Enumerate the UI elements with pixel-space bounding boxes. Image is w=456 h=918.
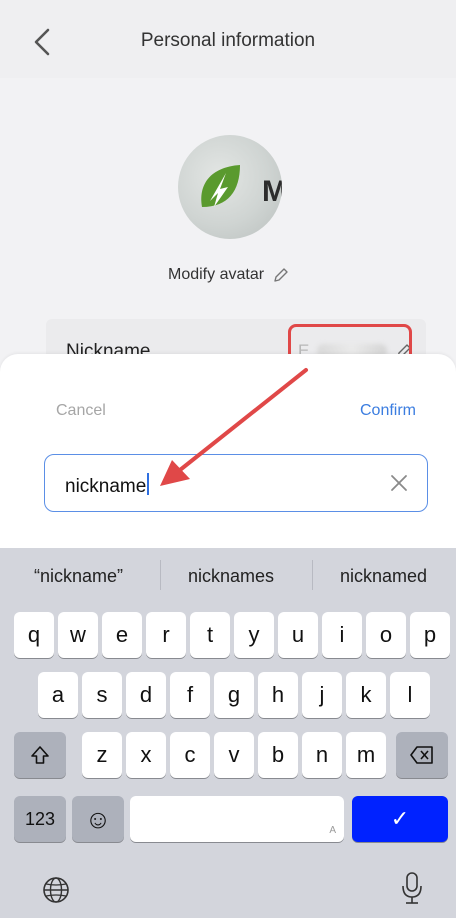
- key-n[interactable]: n: [302, 732, 342, 778]
- key-w[interactable]: w: [58, 612, 98, 658]
- nav-header: Personal information: [0, 0, 456, 78]
- page-title: Personal information: [140, 30, 316, 51]
- shift-icon: [31, 746, 49, 764]
- suggestion-divider: [160, 560, 161, 590]
- emoji-key[interactable]: ☺: [72, 796, 124, 842]
- input-text: nickname: [65, 476, 147, 497]
- suggestion-1[interactable]: “nickname”: [34, 566, 123, 587]
- suggestion-bar: “nickname” nicknames nicknamed: [0, 548, 456, 604]
- key-z[interactable]: z: [82, 732, 122, 778]
- nickname-input-value: nickname: [65, 473, 150, 498]
- globe-icon[interactable]: [40, 874, 72, 906]
- key-f[interactable]: f: [170, 672, 210, 718]
- key-v[interactable]: v: [214, 732, 254, 778]
- key-k[interactable]: k: [346, 672, 386, 718]
- key-g[interactable]: g: [214, 672, 254, 718]
- key-p[interactable]: p: [410, 612, 450, 658]
- key-o[interactable]: o: [366, 612, 406, 658]
- key-c[interactable]: c: [170, 732, 210, 778]
- key-y[interactable]: y: [234, 612, 274, 658]
- cancel-button[interactable]: Cancel: [56, 402, 106, 420]
- key-l[interactable]: l: [390, 672, 430, 718]
- key-m[interactable]: m: [346, 732, 386, 778]
- space-hint: A: [329, 825, 336, 836]
- key-i[interactable]: i: [322, 612, 362, 658]
- avatar[interactable]: M: [178, 135, 282, 239]
- key-d[interactable]: d: [126, 672, 166, 718]
- space-key[interactable]: A: [130, 796, 344, 842]
- key-j[interactable]: j: [302, 672, 342, 718]
- nickname-input[interactable]: nickname: [44, 454, 428, 512]
- numbers-key[interactable]: 123: [14, 796, 66, 842]
- modify-avatar-label: Modify avatar: [168, 266, 265, 283]
- clear-icon[interactable]: [389, 473, 409, 493]
- key-r[interactable]: r: [146, 612, 186, 658]
- key-u[interactable]: u: [278, 612, 318, 658]
- edit-nickname-sheet: Cancel Confirm nickname: [0, 354, 456, 548]
- backspace-icon: [410, 746, 433, 764]
- key-s[interactable]: s: [82, 672, 122, 718]
- suggestion-2[interactable]: nicknames: [188, 566, 274, 587]
- key-q[interactable]: q: [14, 612, 54, 658]
- pencil-icon: [274, 268, 288, 282]
- avatar-logo-text: M: [262, 175, 282, 208]
- suggestion-divider: [312, 560, 313, 590]
- personal-info-page: Personal information M Modify avatar Nic…: [0, 0, 456, 918]
- microphone-icon[interactable]: [398, 870, 426, 906]
- leaf-logo-icon: [201, 165, 240, 207]
- return-key[interactable]: ✓: [352, 796, 448, 842]
- key-b[interactable]: b: [258, 732, 298, 778]
- key-h[interactable]: h: [258, 672, 298, 718]
- suggestion-3[interactable]: nicknamed: [340, 566, 427, 587]
- backspace-key[interactable]: [396, 732, 448, 778]
- text-caret: [147, 473, 150, 495]
- key-e[interactable]: e: [102, 612, 142, 658]
- key-t[interactable]: t: [190, 612, 230, 658]
- key-x[interactable]: x: [126, 732, 166, 778]
- confirm-button[interactable]: Confirm: [360, 402, 416, 420]
- modify-avatar-button[interactable]: Modify avatar: [168, 266, 290, 284]
- shift-key[interactable]: [14, 732, 66, 778]
- ios-keyboard: “nickname” nicknames nicknamed q w e r t…: [0, 548, 456, 918]
- key-a[interactable]: a: [38, 672, 78, 718]
